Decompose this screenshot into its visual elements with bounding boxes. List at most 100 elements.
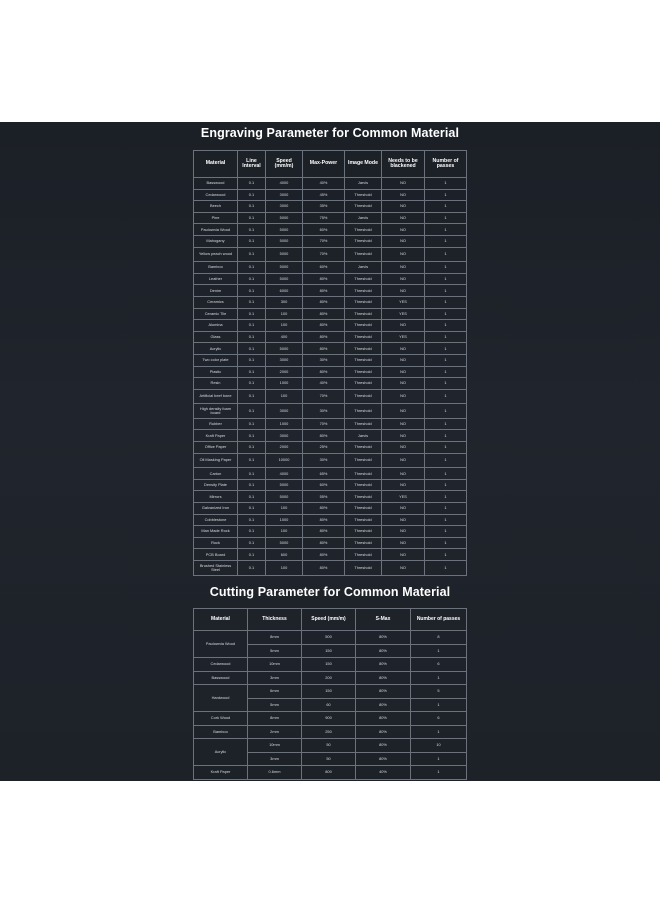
table-cell: 1 [424, 478, 467, 492]
table-cell: 500 [301, 630, 356, 645]
table-row: Paulownia Wood 8mm 500 80% 8 [193, 630, 467, 658]
table-cell: Cobblestone [193, 513, 238, 527]
table-cell: 1000 [265, 417, 303, 431]
table-cell: 3mm [247, 751, 302, 766]
table-cell: 0.1 [237, 513, 266, 527]
table-cell: 0.1 [237, 272, 266, 286]
table-cell: 6mm [247, 684, 302, 699]
table-cell: NO [381, 246, 425, 263]
table-row: Basswood 3mm 200 80% 1 [193, 670, 467, 685]
table-cell: NO [381, 536, 425, 550]
table-cell: NO [381, 377, 425, 390]
table-cell: 1 [424, 223, 467, 236]
table-cell: Two color plate [193, 353, 238, 367]
table-cell: NO [381, 417, 425, 431]
table-cell: 80% [302, 307, 345, 321]
table-cell: 0.1 [237, 295, 266, 309]
table-row: Paulownia Wood 0.1 5000 60% Threshold NO 1 [193, 223, 467, 236]
table-cell: Galvanized Iron [193, 502, 238, 515]
table-cell: 0.6mm [247, 765, 302, 780]
table-cell: 1 [424, 513, 467, 527]
table-cell: 1 [424, 536, 467, 550]
table-cell: 0.1 [237, 200, 266, 213]
table-row: Oil Masking Paper 0.1 10000 30% Threshold NO 1 [193, 452, 467, 469]
table-cell: Threshold [344, 272, 382, 286]
table-cell: 1 [424, 295, 467, 309]
table-row: Cedarwood 10mm 150 80% 6 [193, 657, 467, 672]
table-cell: 5000 [265, 211, 303, 225]
table-cell: 80% [302, 330, 345, 344]
table-cell: 150 [301, 684, 356, 699]
cutting-title: Cutting Parameter for Common Material [209, 585, 451, 599]
table-cell: Threshold [344, 246, 382, 263]
table-cell: 40% [355, 765, 411, 780]
table-cell: Ceramics [193, 295, 238, 309]
table-cell: 150 [301, 657, 356, 672]
table-row: Kraft Paper 0.1 3000 80% Jarvis NO 1 [193, 429, 467, 443]
table-cell: 80% [355, 724, 411, 739]
table-cell: 60% [302, 261, 345, 274]
table-cell: 75% [302, 211, 345, 225]
table-cell: 80% [302, 295, 345, 309]
table-cell: Oil Masking Paper [193, 452, 238, 469]
table-cell: 2000 [265, 441, 303, 454]
table-cell: 50 [301, 751, 356, 766]
material-cell: Kraft Paper [193, 765, 248, 780]
table-cell: 0.1 [237, 429, 266, 443]
table-cell: 5 [410, 684, 467, 699]
engraving-header-row: Material Line Interval Speed (mm/m) Max-Pow… [193, 150, 467, 178]
table-cell: Office Paper [193, 441, 238, 454]
table-cell: 0.1 [237, 365, 266, 379]
table-cell: High density foam board [193, 403, 238, 419]
cutting-header-cell: Speed (mm/m) [301, 608, 356, 631]
table-cell: Glass [193, 330, 238, 344]
table-row: Cork Wood 8mm 900 80% 6 [193, 711, 467, 726]
table-cell: 1 [424, 234, 467, 248]
table-cell: 0.1 [237, 177, 266, 190]
table-cell: 3000 [265, 200, 303, 213]
table-cell: Acrylic [193, 342, 238, 355]
table-cell: Carton [193, 467, 238, 480]
table-cell: 1 [424, 284, 467, 297]
table-cell: 55% [302, 490, 345, 504]
table-cell: NO [381, 284, 425, 297]
material-cell: Cork Wood [193, 711, 248, 726]
table-cell: Threshold [344, 490, 382, 504]
table-cell: Jarvis [344, 177, 382, 190]
cutting-header-cell: Material [193, 608, 248, 631]
table-cell: NO [381, 467, 425, 480]
table-row: Hardwood 6mm 150 80% 5 [193, 684, 467, 712]
table-cell: NO [381, 200, 425, 213]
table-cell: 1 [410, 697, 467, 712]
table-cell: Beech [193, 200, 238, 213]
table-cell: 300 [265, 295, 303, 309]
table-cell: 200 [301, 670, 356, 685]
table-cell: 70% [302, 388, 345, 405]
table-cell: 1 [424, 330, 467, 344]
table-cell: NO [381, 429, 425, 443]
table-row: Artificial beef bone 0.1 100 70% Threshold NO… [193, 388, 467, 405]
table-cell: NO [381, 234, 425, 248]
table-cell: 150 [301, 643, 356, 658]
table-cell: 5000 [265, 246, 303, 263]
table-cell: 1 [424, 353, 467, 367]
table-cell: 1 [424, 211, 467, 225]
table-cell: 1 [424, 188, 467, 202]
material-cell: Hardwood [193, 684, 248, 712]
table-cell: NO [381, 188, 425, 202]
table-cell: 30% [302, 403, 345, 419]
table-cell: Pine [193, 211, 238, 225]
table-cell: NO [381, 513, 425, 527]
table-row: Rubber 0.1 1000 70% Threshold NO 1 [193, 417, 467, 431]
table-cell: 80% [302, 365, 345, 379]
table-cell: NO [381, 388, 425, 405]
table-cell: YES [381, 295, 425, 309]
table-cell: Brushed Stainless Steel [193, 560, 238, 576]
table-cell: 8 [410, 630, 467, 645]
table-cell: Threshold [344, 365, 382, 379]
table-cell: NO [381, 365, 425, 379]
table-cell: 0.1 [237, 330, 266, 344]
table-cell: 10mm [247, 657, 302, 672]
table-cell: 1 [424, 200, 467, 213]
table-cell: 80% [355, 630, 411, 645]
